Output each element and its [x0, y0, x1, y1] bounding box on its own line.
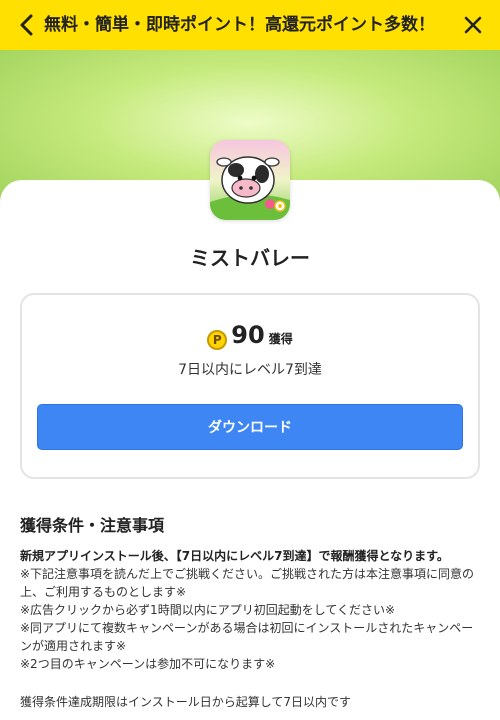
- download-button[interactable]: ダウンロード: [37, 404, 463, 450]
- banner-title: 無料・簡単・即時ポイント！高還元ポイント多数！: [44, 15, 435, 35]
- note-item: ※同アプリにて複数キャンペーンがある場合は初回にインストールされたキャンペーンが…: [20, 621, 474, 653]
- points-unit: 獲得: [268, 332, 293, 346]
- notes-title: 獲得条件・注意事項: [20, 516, 165, 535]
- note-item: ※下記注意事項を読んだ上でご挑戦ください。ご挑戦された方は本注意事項に同意の上、…: [20, 567, 475, 599]
- chevron-left-icon[interactable]: [14, 12, 40, 38]
- app-name: ミストバレー: [190, 246, 310, 270]
- note-item: ※2つ目のキャンペーンは参加不可になります※: [20, 657, 276, 671]
- notes-body: 新規アプリインストール後、【7日以内にレベル7到達】で報酬獲得となります。 ※下…: [20, 547, 478, 711]
- note-item: ※広告クリックから必ず1時間以内にアプリ初回起動をしてください※: [20, 603, 396, 617]
- points-value: 90: [231, 321, 265, 349]
- close-icon[interactable]: [460, 12, 486, 38]
- points-row: P 90 獲得: [22, 321, 478, 350]
- cow-app-icon: [210, 140, 290, 220]
- offer-card: P 90 獲得 7日以内にレベル7到達 ダウンロード: [20, 293, 480, 479]
- notes-lead: 新規アプリインストール後、【7日以内にレベル7到達】で報酬獲得となります。: [20, 549, 449, 563]
- point-coin-icon: P: [207, 330, 228, 350]
- note-trailing: 獲得条件達成期限はインストール日から起算して7日以内です: [20, 695, 352, 709]
- top-banner: 無料・簡単・即時ポイント！高還元ポイント多数！: [0, 0, 500, 50]
- offer-condition: 7日以内にレベル7到達: [178, 362, 322, 378]
